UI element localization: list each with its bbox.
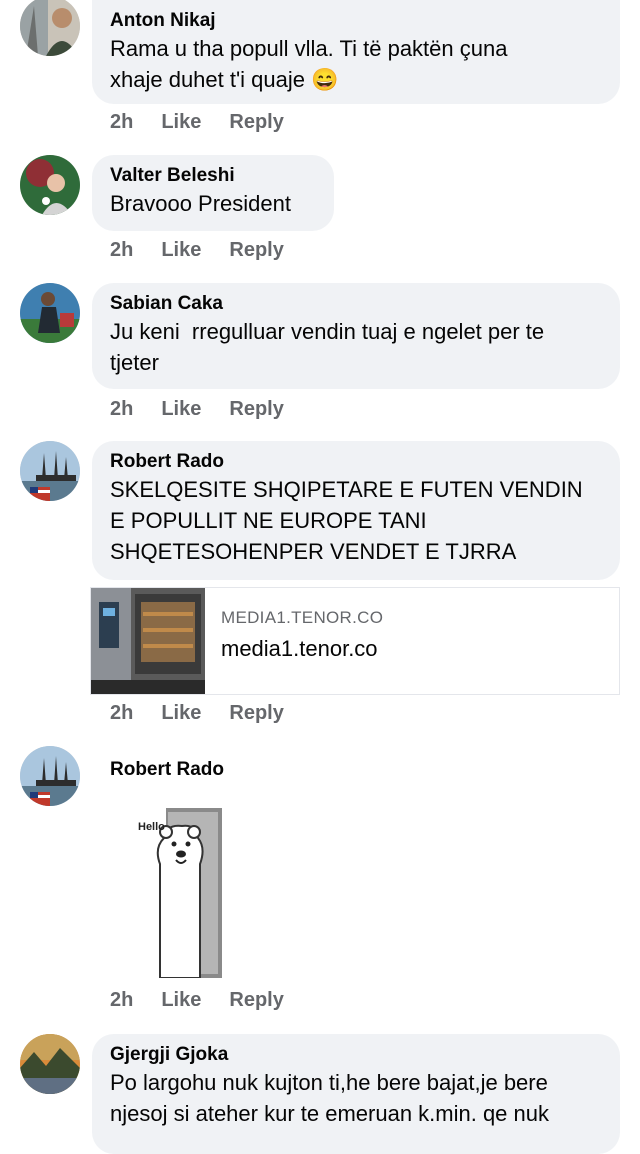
reply-button[interactable]: Reply <box>229 702 283 725</box>
comment-author[interactable]: Robert Rado <box>110 759 224 781</box>
link-title[interactable]: media1.tenor.co <box>221 636 378 662</box>
avatar[interactable] <box>20 283 80 343</box>
comment-time[interactable]: 2h <box>110 111 133 134</box>
comment-time[interactable]: 2h <box>110 239 133 262</box>
comment-actions: 2h Like Reply <box>110 398 312 421</box>
comment-author[interactable]: Valter Beleshi <box>110 164 316 188</box>
comment-bubble: Sabian Caka Ju keni rregulluar vendin tu… <box>92 283 620 389</box>
comment-text: Rama u tha popull vlla. Ti të paktën çun… <box>110 36 508 92</box>
avatar[interactable] <box>20 441 80 501</box>
avatar[interactable] <box>20 155 80 215</box>
comment-actions: 2h Like Reply <box>110 702 312 725</box>
like-button[interactable]: Like <box>161 111 201 134</box>
avatar[interactable] <box>20 1034 80 1094</box>
comment-author[interactable]: Robert Rado <box>110 450 602 474</box>
comment-actions: 2h Like Reply <box>110 111 312 134</box>
reply-button[interactable]: Reply <box>229 398 283 421</box>
comment-text: Bravooo President <box>110 191 291 216</box>
comment-text: Po largohu nuk kujton ti,he bere bajat,j… <box>110 1070 550 1126</box>
comment-bubble: Valter Beleshi Bravooo President <box>92 155 334 231</box>
avatar[interactable] <box>20 0 80 56</box>
comment-actions: 2h Like Reply <box>110 239 312 262</box>
comment-text: SKELQESITE SHQIPETARE E FUTEN VENDIN E P… <box>110 477 583 564</box>
reply-button[interactable]: Reply <box>229 989 283 1012</box>
comment-actions: 2h Like Reply <box>110 989 312 1012</box>
like-button[interactable]: Like <box>161 398 201 421</box>
comment-author[interactable]: Anton Nikaj <box>110 9 602 33</box>
comment-text: Ju keni rregulluar vendin tuaj e ngelet … <box>110 319 545 375</box>
link-preview-card[interactable]: MEDIA1.TENOR.CO media1.tenor.co <box>90 587 620 695</box>
comment-time[interactable]: 2h <box>110 398 133 421</box>
comment-time[interactable]: 2h <box>110 702 133 725</box>
comment-bubble: Anton Nikaj Rama u tha popull vlla. Ti t… <box>92 0 620 104</box>
avatar[interactable] <box>20 746 80 806</box>
comment-author[interactable]: Gjergji Gjoka <box>110 1043 602 1067</box>
like-button[interactable]: Like <box>161 702 201 725</box>
gif-attachment[interactable]: Hello <box>136 808 222 979</box>
like-button[interactable]: Like <box>161 239 201 262</box>
like-button[interactable]: Like <box>161 989 201 1012</box>
comment-author[interactable]: Sabian Caka <box>110 292 602 316</box>
comment-bubble: Robert Rado SKELQESITE SHQIPETARE E FUTE… <box>92 441 620 580</box>
link-thumbnail <box>91 588 205 694</box>
gif-caption: Hello <box>138 821 165 833</box>
reply-button[interactable]: Reply <box>229 239 283 262</box>
comment-bubble: Gjergji Gjoka Po largohu nuk kujton ti,h… <box>92 1034 620 1154</box>
reply-button[interactable]: Reply <box>229 111 283 134</box>
link-domain: MEDIA1.TENOR.CO <box>221 608 384 627</box>
comment-time[interactable]: 2h <box>110 989 133 1012</box>
